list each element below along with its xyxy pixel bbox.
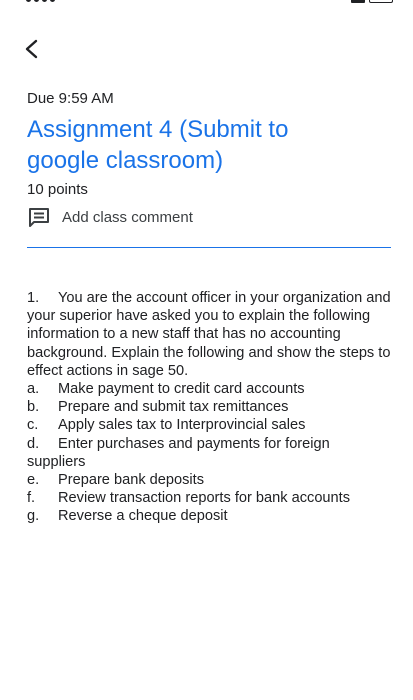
list-item: e. Prepare bank deposits	[27, 471, 392, 489]
assignment-title: Assignment 4 (Submit to google classroom…	[27, 116, 289, 174]
list-item-marker: c.	[27, 417, 39, 434]
list-item: d. Enter purchases and payments for forei…	[27, 435, 392, 471]
list-item: g. Reverse a cheque deposit	[27, 507, 392, 525]
instructions-text: 1. You are the account officer in your or…	[27, 289, 392, 526]
list-item-marker: e.	[27, 472, 40, 489]
due-time: Due 9:59 AM	[27, 90, 114, 107]
list-item-marker: f.	[27, 490, 36, 507]
back-button[interactable]	[16, 32, 50, 66]
chevron-left-icon	[25, 39, 38, 59]
question-number: 1.	[27, 290, 40, 306]
list-item-marker: b.	[27, 399, 40, 416]
list-item-marker: a.	[27, 381, 40, 398]
list-item-marker: g.	[27, 508, 40, 525]
add-class-comment-button[interactable]: Add class comment	[27, 204, 193, 230]
list-item: c. Apply sales tax to Interprovincial sal…	[27, 416, 392, 434]
list-item-text: Review transaction reports for bank acco…	[58, 490, 351, 507]
question-text: You are the account officer in your orga…	[27, 290, 391, 379]
points-value: 10 points	[27, 181, 88, 198]
list-item-text: Prepare and submit tax remittances	[58, 399, 289, 416]
list-item-marker: d.	[27, 435, 40, 452]
list-item-text: Reverse a cheque deposit	[58, 508, 228, 525]
status-bar	[0, 0, 413, 8]
header-divider	[27, 247, 391, 248]
cellular-signal-icon	[351, 0, 365, 3]
list-item-text: Prepare bank deposits	[58, 472, 205, 489]
battery-icon	[369, 0, 393, 3]
comment-icon	[29, 208, 49, 227]
add-class-comment-label: Add class comment	[62, 208, 193, 226]
list-item: f. Review transaction reports for bank ac…	[27, 489, 392, 507]
list-item-text: Make payment to credit card accounts	[58, 381, 305, 398]
list-item-text: Enter purchases and payments for foreign…	[27, 435, 330, 470]
question-paragraph: 1. You are the account officer in your or…	[27, 289, 392, 380]
list-item-text: Apply sales tax to Interprovincial sales	[58, 417, 306, 434]
signal-dots-icon	[26, 0, 55, 2]
status-indicators	[351, 0, 393, 3]
list-item: b. Prepare and submit tax remittances	[27, 398, 392, 416]
list-item: a. Make payment to credit card accounts	[27, 380, 392, 398]
